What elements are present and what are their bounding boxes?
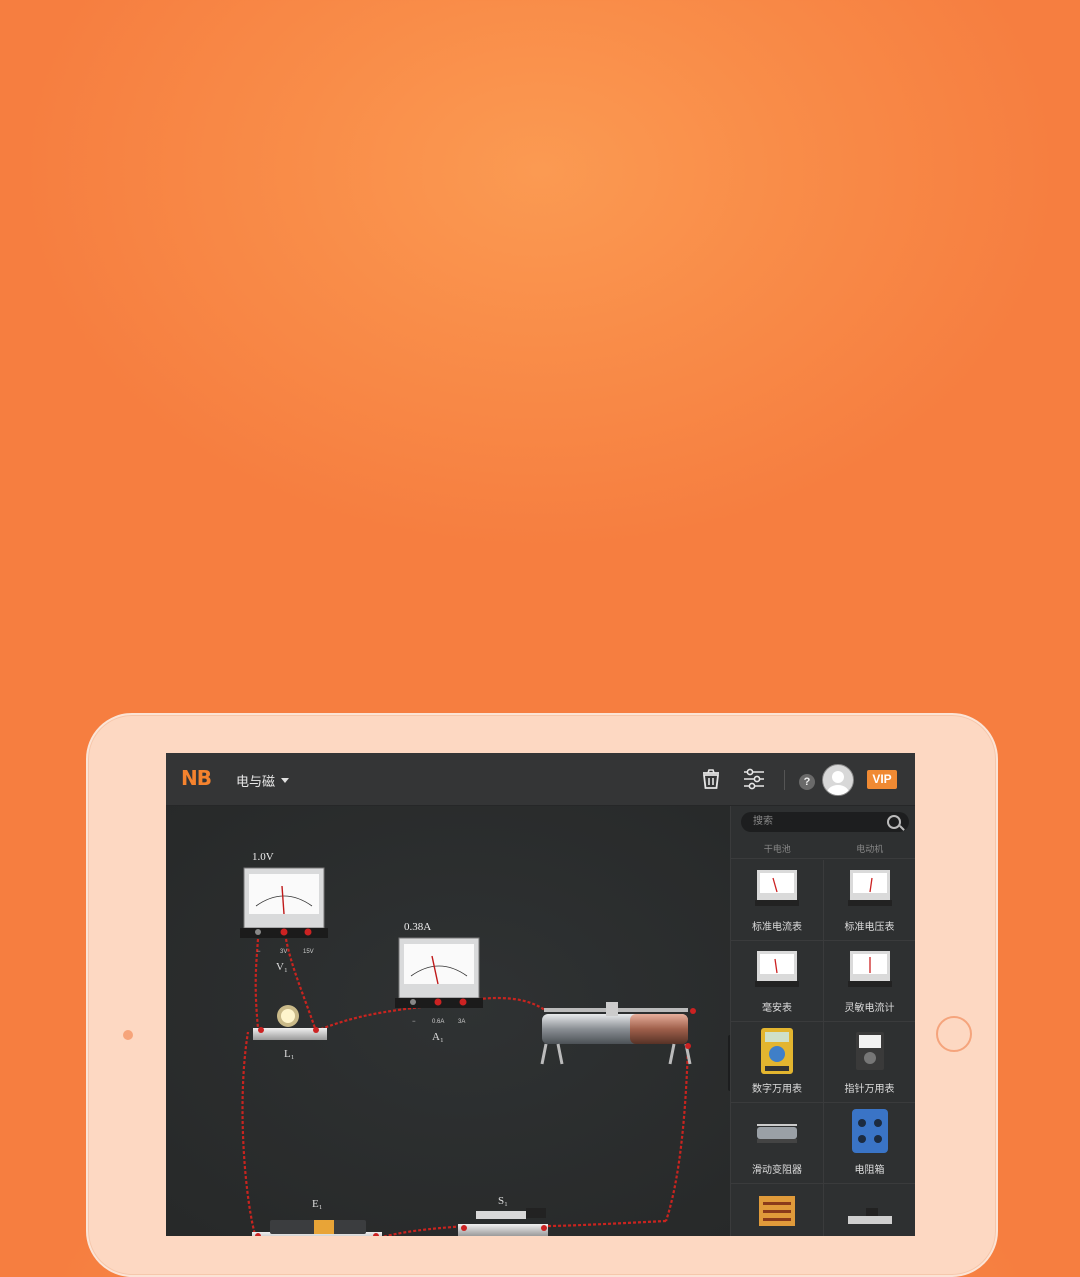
digital-multimeter-icon (761, 1028, 793, 1074)
battery[interactable] (252, 1220, 382, 1236)
light-bulb[interactable] (253, 1005, 327, 1040)
tab-motor[interactable]: 电动机 (824, 840, 916, 858)
voltmeter-label: V₁ (276, 961, 288, 973)
ammeter-reading: 0.38A (404, 921, 432, 933)
tab-battery[interactable]: 干电池 (731, 840, 824, 858)
trash-icon[interactable] (699, 767, 723, 791)
component-analog-multimeter[interactable]: 指针万用表 (824, 1022, 915, 1103)
galvanometer-icon (848, 951, 892, 987)
component-digital-multimeter[interactable]: 数字万用表 (731, 1022, 824, 1103)
ammeter[interactable] (395, 937, 483, 1008)
circuit-diagram (240, 867, 696, 1236)
tablet-camera (123, 1030, 133, 1040)
ammeter-terminal-3a: 3A (458, 1019, 466, 1025)
voltmeter-terminal-neg: − (257, 949, 261, 955)
ammeter-icon (755, 870, 799, 906)
ammeter-terminal-neg: − (412, 1019, 416, 1025)
component-milliammeter[interactable]: 毫安表 (731, 941, 824, 1022)
category-label: 电与磁 (236, 774, 276, 789)
top-bar: NB 电与磁 ? VIP (166, 753, 915, 806)
component-ammeter[interactable]: 标准电流表 (731, 860, 824, 941)
switch-icon (848, 1208, 892, 1224)
resistor-board-icon (759, 1196, 795, 1226)
voltmeter[interactable] (240, 867, 328, 938)
chevron-down-icon (281, 778, 290, 783)
tablet-home-button (936, 1016, 972, 1052)
sliders-icon[interactable] (742, 767, 766, 791)
switch[interactable] (458, 1208, 548, 1236)
voltmeter-terminal-15v: 15V (303, 949, 314, 955)
component-label: 标准电流表 (752, 922, 802, 933)
avatar[interactable] (822, 764, 854, 796)
component-label: 指针万用表 (844, 1084, 895, 1095)
component-label: 滑动变阻器 (752, 1165, 802, 1176)
search-input[interactable]: 搜索 (741, 812, 909, 832)
battery-label: E₁ (312, 1198, 323, 1210)
app-logo: NB (181, 766, 212, 790)
component-label: 标准电压表 (844, 922, 895, 933)
switch-label: S₁ (498, 1195, 508, 1207)
analog-multimeter-icon (856, 1032, 884, 1070)
rheostat-icon (757, 1124, 797, 1143)
milliammeter-icon (755, 951, 799, 987)
component-label: 电阻箱 (854, 1165, 885, 1176)
category-dropdown[interactable]: 电与磁 (236, 771, 290, 790)
app-screen: NB 电与磁 ? VIP 1.0V V₁ − 3V 15V 0.38A A₁ −… (166, 753, 915, 1236)
component-resistance-box[interactable]: 电阻箱 (824, 1103, 915, 1184)
component-label: 数字万用表 (752, 1084, 802, 1095)
component-switch-partial[interactable] (824, 1184, 915, 1236)
component-galvanometer[interactable]: 灵敏电流计 (824, 941, 915, 1022)
component-abacus-partial[interactable] (731, 1184, 824, 1236)
voltmeter-terminal-3v: 3V (280, 949, 288, 955)
component-voltmeter[interactable]: 标准电压表 (824, 860, 915, 941)
component-panel: 搜索 干电池 电动机 标准电流表 标准电压表 毫安表 灵敏电流计 数字万用表 指… (730, 806, 915, 1236)
component-label: 灵敏电流计 (844, 1003, 895, 1014)
circuit-canvas[interactable]: 1.0V V₁ − 3V 15V 0.38A A₁ − 0.6A 3A L₁ E… (166, 806, 730, 1236)
panel-tabs: 干电池 电动机 (731, 840, 915, 859)
resistance-box-icon (852, 1109, 888, 1153)
voltmeter-reading: 1.0V (252, 851, 274, 863)
component-rheostat[interactable]: 滑动变阻器 (731, 1103, 824, 1184)
toolbar-divider (784, 770, 785, 790)
component-grid: 标准电流表 标准电压表 毫安表 灵敏电流计 数字万用表 指针万用表 滑动变阻器 … (731, 860, 915, 1236)
user-avatar-icon (827, 771, 849, 795)
bulb-label: L₁ (284, 1048, 295, 1060)
ammeter-label: A₁ (432, 1031, 444, 1043)
search-icon[interactable] (887, 815, 901, 829)
component-label: 毫安表 (762, 1003, 792, 1014)
help-icon[interactable]: ? (799, 774, 815, 790)
rheostat[interactable] (540, 1002, 696, 1065)
voltmeter-icon (848, 870, 892, 906)
ammeter-terminal-06a: 0.6A (432, 1019, 445, 1025)
vip-badge[interactable]: VIP (867, 770, 897, 789)
